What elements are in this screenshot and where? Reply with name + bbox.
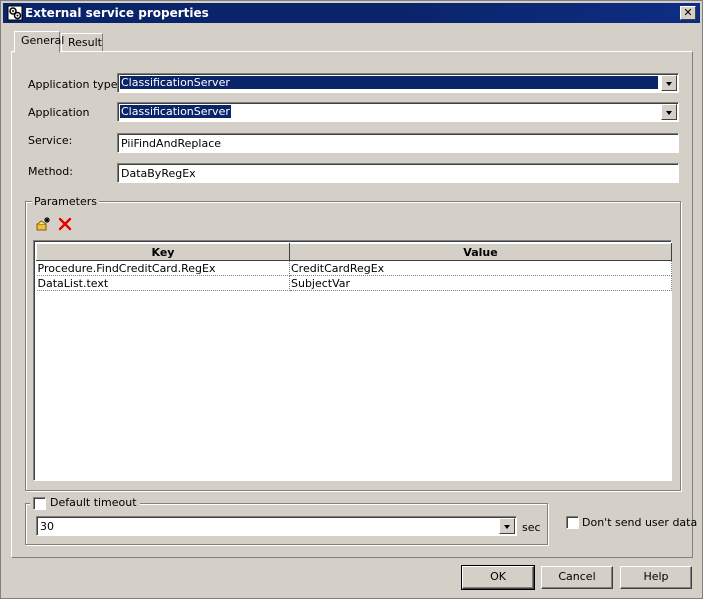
application-value: ClassificationServer [119,104,232,119]
help-button-label: Help [643,570,669,583]
service-input[interactable] [121,136,675,150]
tab-result[interactable]: Result [61,33,103,53]
cell-key[interactable]: Procedure.FindCreditCard.RegEx [36,260,290,276]
column-header-value[interactable]: Value [289,243,672,261]
title-bar[interactable]: External service properties ✕ [3,3,700,23]
table-row[interactable]: DataList.text SubjectVar [36,275,672,291]
parameters-grid[interactable]: Key Value Procedure.FindCreditCard.RegEx… [33,240,672,481]
method-label: Method: [28,165,73,178]
default-timeout-label: Default timeout [50,496,137,509]
help-button[interactable]: Help [620,566,692,589]
timeout-group-header: Default timeout [30,496,140,510]
table-row[interactable]: Procedure.FindCreditCard.RegEx CreditCar… [36,260,672,276]
window-title: External service properties [25,6,209,20]
chevron-down-icon[interactable] [661,75,677,91]
tab-result-label: Result [68,36,102,49]
tab-general-label: General [21,34,65,47]
application-select[interactable]: ClassificationServer [117,102,679,122]
close-icon: ✕ [683,6,693,19]
ok-button-label: OK [490,570,506,583]
dont-send-user-data-label: Don't send user data [582,516,698,529]
application-label: Application [28,106,90,119]
ok-button[interactable]: OK [461,565,535,590]
parameters-table: Key Value Procedure.FindCreditCard.RegEx… [36,243,672,291]
chevron-down-icon[interactable] [661,104,677,120]
cell-key[interactable]: DataList.text [36,275,290,291]
application-type-select[interactable]: ClassificationServer [117,73,679,93]
default-timeout-checkbox[interactable] [33,496,46,510]
service-label: Service: [28,134,73,147]
parameters-group-title: Parameters [32,195,99,208]
table-header-row: Key Value [36,243,672,261]
timeout-value: 30 [40,520,54,533]
method-field[interactable] [117,163,679,183]
cancel-button-label: Cancel [558,570,596,583]
tab-general[interactable]: General [14,31,64,53]
cancel-button[interactable]: Cancel [541,566,613,589]
add-parameter-icon[interactable] [35,216,51,232]
service-field[interactable] [117,133,679,153]
cell-value[interactable]: SubjectVar [289,275,672,291]
chevron-down-icon[interactable] [499,518,515,534]
cell-value[interactable]: CreditCardRegEx [289,260,672,276]
column-header-key[interactable]: Key [36,243,290,261]
application-type-label: Application type: [28,78,122,91]
method-input[interactable] [121,166,675,180]
dont-send-user-data-checkbox[interactable] [566,516,579,529]
delete-icon[interactable] [57,216,73,232]
app-icon [7,5,23,21]
timeout-unit: sec [522,521,541,534]
timeout-select[interactable]: 30 [36,516,517,536]
application-type-value: ClassificationServer [120,76,658,89]
dialog-window: External service properties ✕ General Re… [0,0,703,599]
close-button[interactable]: ✕ [680,6,696,20]
